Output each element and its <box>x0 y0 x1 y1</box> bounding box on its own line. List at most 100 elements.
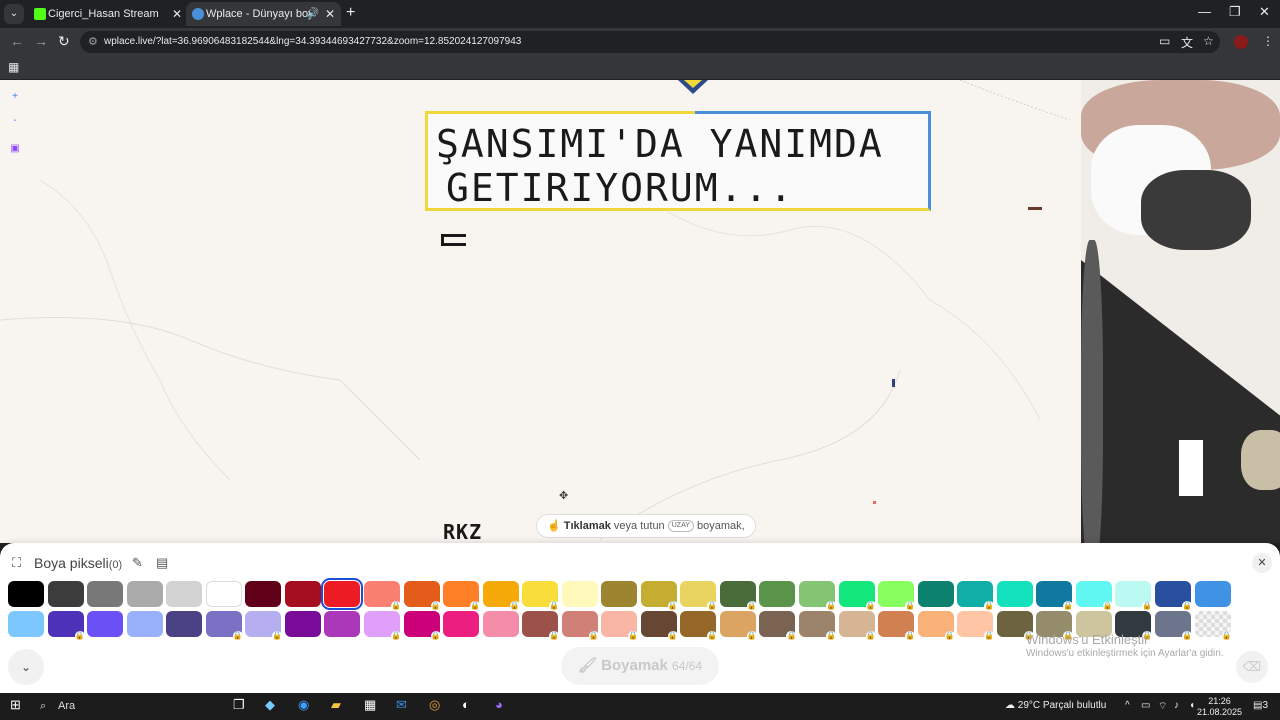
forward-icon[interactable]: → <box>34 33 48 49</box>
install-app-icon[interactable]: ▭ <box>1159 34 1170 48</box>
new-tab-button[interactable]: + <box>346 4 355 22</box>
color-swatch[interactable]: 🔒 <box>1036 581 1074 611</box>
reload-icon[interactable]: ↻ <box>58 33 70 50</box>
color-swatch[interactable] <box>166 581 203 607</box>
restore-button[interactable]: ❐ <box>1229 4 1241 20</box>
wifi-icon[interactable]: ⌔ <box>1158 700 1167 713</box>
color-swatch[interactable] <box>284 581 321 607</box>
color-swatch[interactable] <box>324 611 361 637</box>
color-swatch[interactable]: 🔒 <box>1075 581 1113 611</box>
windows-start-icon[interactable]: ⊞ <box>10 697 21 713</box>
menu-dots-icon[interactable]: ⋮ <box>1262 34 1274 48</box>
color-swatch[interactable] <box>205 581 242 607</box>
color-swatch[interactable] <box>284 611 321 637</box>
tab-search-dropdown[interactable]: ⌄ <box>4 4 24 24</box>
close-window-button[interactable]: ✕ <box>1259 4 1270 20</box>
color-swatch[interactable]: 🔒 <box>878 581 916 611</box>
bookmark-star-icon[interactable]: ☆ <box>1203 34 1214 48</box>
tab-wplace[interactable]: Wplace - Dünyayı boya 🔊 ✕ <box>186 2 341 26</box>
color-swatch[interactable]: 🔒 <box>47 611 85 641</box>
github-desktop-icon[interactable]: ◐ <box>462 697 470 712</box>
color-swatch[interactable]: 🔒 <box>640 611 678 641</box>
color-swatch[interactable]: 🔒 <box>917 611 955 641</box>
color-swatch[interactable] <box>482 611 519 637</box>
discord-icon[interactable]: ◕ <box>495 697 503 712</box>
eraser-button[interactable]: ⌫ <box>1236 651 1268 683</box>
tray-chevron-icon[interactable]: ^ <box>1125 700 1130 711</box>
translate-icon[interactable]: 文 <box>1181 34 1193 51</box>
color-swatch[interactable]: 🔒 <box>719 611 757 641</box>
color-swatch[interactable]: 🔒 <box>957 581 995 611</box>
close-tab-icon[interactable]: ✕ <box>325 2 335 26</box>
pencil-icon[interactable]: ✎ <box>132 555 143 571</box>
color-swatch[interactable] <box>8 611 44 637</box>
color-swatch[interactable]: 🔒 <box>363 581 401 611</box>
color-swatch[interactable]: 🔒 <box>719 581 757 611</box>
file-explorer-icon[interactable]: ▰ <box>331 697 341 713</box>
close-panel-button[interactable]: ✕ <box>1252 553 1272 573</box>
color-swatch[interactable] <box>8 581 44 607</box>
color-swatch[interactable]: 🔒 <box>403 581 441 611</box>
color-swatch[interactable]: 🔒 <box>482 581 520 611</box>
clock[interactable]: 21:26 21.08.2025 <box>1197 696 1242 718</box>
chrome-icon[interactable]: ◎ <box>429 697 440 713</box>
color-swatch[interactable]: 🔒 <box>957 611 995 641</box>
speaker-icon[interactable]: 🔊 <box>307 2 319 26</box>
color-swatch[interactable]: 🔒 <box>245 611 283 641</box>
color-swatch[interactable] <box>561 581 598 607</box>
color-swatch[interactable]: 🔒 <box>363 611 401 641</box>
color-swatch[interactable]: 🔒 <box>1115 581 1153 611</box>
color-swatch[interactable]: 🔒 <box>799 611 836 641</box>
color-swatch[interactable] <box>126 581 163 607</box>
color-swatch[interactable]: 🔒 <box>799 581 836 611</box>
color-swatch[interactable]: 🔒 <box>522 581 560 611</box>
color-swatch[interactable]: 🔒 <box>680 581 718 611</box>
color-swatch[interactable] <box>917 581 954 607</box>
weather-widget[interactable]: ☁ 29°C Parçalı bulutlu <box>1005 700 1106 711</box>
copilot-icon[interactable]: ◆ <box>265 697 275 713</box>
paint-button[interactable]: 🖌 Boyamak 64/64 <box>561 647 719 685</box>
color-swatch[interactable]: 🔒 <box>205 611 243 641</box>
color-swatch[interactable] <box>996 581 1033 607</box>
color-swatch[interactable]: 🔒 <box>561 611 599 641</box>
color-swatch[interactable]: 🔒 <box>878 611 916 641</box>
color-swatch[interactable]: 🔒 <box>443 581 481 611</box>
color-swatch[interactable] <box>87 611 124 637</box>
color-swatch[interactable]: 🔒 <box>1154 581 1192 611</box>
store-icon[interactable]: ▦ <box>364 697 376 713</box>
task-view-icon[interactable]: ❐ <box>233 697 245 713</box>
map-canvas[interactable]: + - ▣ ŞANSIMI'DA YANIMDA GETIRIYORUM... … <box>0 80 1280 543</box>
color-swatch[interactable] <box>1194 581 1231 607</box>
color-swatch[interactable] <box>166 611 203 637</box>
color-swatch[interactable] <box>443 611 480 637</box>
mic-icon[interactable]: ♪ <box>1174 700 1179 711</box>
apps-grid-icon[interactable]: ▦ <box>8 60 19 74</box>
color-swatch[interactable] <box>87 581 124 607</box>
notification-icon[interactable]: ▤3 <box>1253 700 1268 711</box>
color-swatch[interactable] <box>47 581 84 607</box>
volume-icon[interactable]: ◖ <box>1189 700 1195 711</box>
color-swatch[interactable] <box>759 581 796 607</box>
tab-kick-stream[interactable]: Cigerci_Hasan Stream - Watch L ✕ <box>28 2 188 26</box>
zoom-in-button[interactable]: + <box>4 86 26 108</box>
color-swatch[interactable]: 🔒 <box>601 611 639 641</box>
color-swatch[interactable]: 🔒 <box>680 611 718 641</box>
profile-avatar-icon[interactable] <box>1234 35 1248 49</box>
color-swatch[interactable]: 🔒 <box>403 611 441 641</box>
back-icon[interactable]: ← <box>10 33 24 49</box>
collapse-palette-button[interactable]: ⌄ <box>8 649 44 685</box>
color-swatch[interactable]: 🔒 <box>759 611 797 641</box>
color-swatch[interactable]: 🔒 <box>640 581 678 611</box>
zoom-out-button[interactable]: - <box>4 110 26 132</box>
taskbar-search[interactable]: ⌕ Ara <box>32 695 222 718</box>
edge-icon[interactable]: ◉ <box>298 697 309 713</box>
fullscreen-icon[interactable]: ⛶ <box>12 555 21 571</box>
color-swatch[interactable] <box>321 578 364 610</box>
twitch-icon[interactable]: ▣ <box>4 138 26 160</box>
color-swatch[interactable] <box>126 611 163 637</box>
color-swatch[interactable]: 🔒 <box>838 611 876 641</box>
address-bar[interactable]: ⚙ wplace.live/?lat=36.96906483182544&lng… <box>80 31 1220 53</box>
outlook-icon[interactable]: ✉ <box>396 697 407 713</box>
save-icon[interactable]: ▤ <box>156 555 168 571</box>
color-swatch[interactable]: 🔒 <box>838 581 876 611</box>
